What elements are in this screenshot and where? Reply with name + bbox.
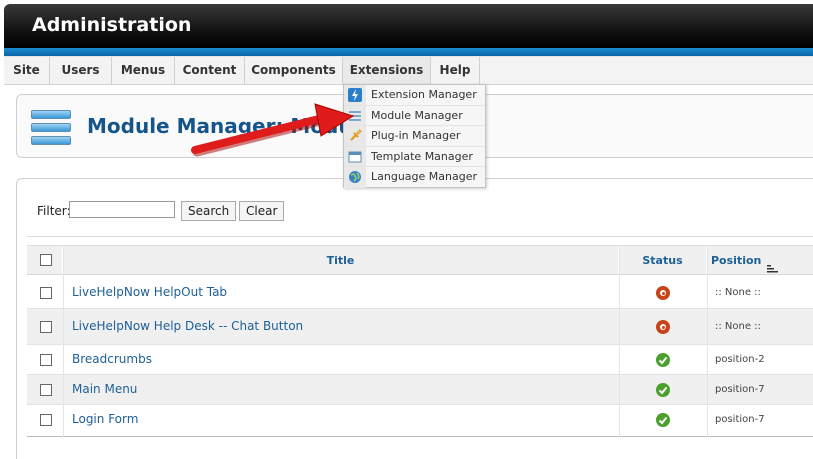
sort-icon[interactable] (767, 256, 779, 272)
column-divider (707, 245, 708, 437)
module-manager-large-icon (31, 107, 71, 147)
language-manager-icon (348, 170, 362, 184)
menu-site[interactable]: Site (4, 57, 50, 85)
column-header-status[interactable]: Status (642, 254, 682, 267)
select-all-checkbox[interactable] (40, 254, 52, 266)
header-title: Administration (32, 14, 192, 36)
status-enabled-icon[interactable] (656, 353, 670, 367)
menu-help[interactable]: Help (431, 57, 480, 85)
dropdown-item-extension-manager[interactable]: Extension Manager (344, 85, 485, 106)
table-header: Title Status Position (27, 245, 813, 275)
row-checkbox[interactable] (40, 321, 52, 333)
position-value: position-7 (715, 384, 765, 395)
position-value: position-7 (715, 414, 765, 425)
main-menubar: Site Users Menus Content Components Exte… (4, 56, 813, 85)
row-checkbox[interactable] (40, 384, 52, 396)
menu-extensions[interactable]: Extensions (343, 57, 431, 85)
status-enabled-icon[interactable] (656, 413, 670, 427)
row-checkbox[interactable] (40, 287, 52, 299)
status-enabled-icon[interactable] (656, 383, 670, 397)
table-row: LiveHelpNow HelpOut Tab :: None :: (27, 276, 813, 309)
admin-header: Administration (4, 4, 813, 50)
content-panel: Filter: Search Clear Title Status Positi… (16, 178, 813, 459)
column-divider (619, 245, 620, 437)
filter-divider (27, 236, 813, 237)
column-divider (63, 245, 64, 437)
position-value: position-2 (715, 354, 765, 365)
dropdown-label: Plug-in Manager (371, 129, 461, 143)
module-title-link[interactable]: LiveHelpNow Help Desk -- Chat Button (72, 319, 303, 333)
dropdown-item-template-manager[interactable]: Template Manager (344, 146, 485, 168)
search-button[interactable]: Search (181, 201, 237, 221)
dropdown-label: Template Manager (371, 149, 473, 163)
dropdown-label: Module Manager (371, 108, 463, 122)
filter-label: Filter: (37, 204, 71, 218)
header-accent-strip (4, 48, 813, 56)
row-checkbox[interactable] (40, 414, 52, 426)
row-checkbox[interactable] (40, 354, 52, 366)
menu-components[interactable]: Components (245, 57, 343, 85)
menu-users[interactable]: Users (50, 57, 112, 85)
dropdown-item-module-manager[interactable]: Module Manager (344, 105, 485, 127)
dropdown-label: Language Manager (371, 170, 477, 184)
module-title-link[interactable]: Breadcrumbs (72, 352, 152, 366)
position-value: :: None :: (715, 287, 761, 298)
table-row: Main Menu position-7 (27, 375, 813, 405)
status-disabled-icon[interactable] (656, 286, 670, 300)
table-row: LiveHelpNow Help Desk -- Chat Button :: … (27, 309, 813, 345)
red-arrow-annotation (191, 103, 355, 157)
filter-input[interactable] (69, 201, 175, 218)
column-header-position[interactable]: Position (711, 254, 761, 267)
dropdown-label: Extension Manager (371, 88, 477, 101)
dropdown-item-language-manager[interactable]: Language Manager (344, 167, 485, 188)
module-title-link[interactable]: Main Menu (72, 382, 137, 396)
table-row: Breadcrumbs position-2 (27, 345, 813, 375)
column-header-title[interactable]: Title (327, 254, 355, 267)
module-title-link[interactable]: Login Form (72, 412, 138, 426)
menu-menus[interactable]: Menus (112, 57, 175, 85)
module-title-link[interactable]: LiveHelpNow HelpOut Tab (72, 285, 227, 299)
status-disabled-icon[interactable] (656, 320, 670, 334)
menu-content[interactable]: Content (175, 57, 245, 85)
position-value: :: None :: (715, 321, 761, 332)
table-row: Login Form position-7 (27, 405, 813, 437)
dropdown-item-plugin-manager[interactable]: Plug-in Manager (344, 126, 485, 147)
clear-button[interactable]: Clear (239, 201, 285, 221)
